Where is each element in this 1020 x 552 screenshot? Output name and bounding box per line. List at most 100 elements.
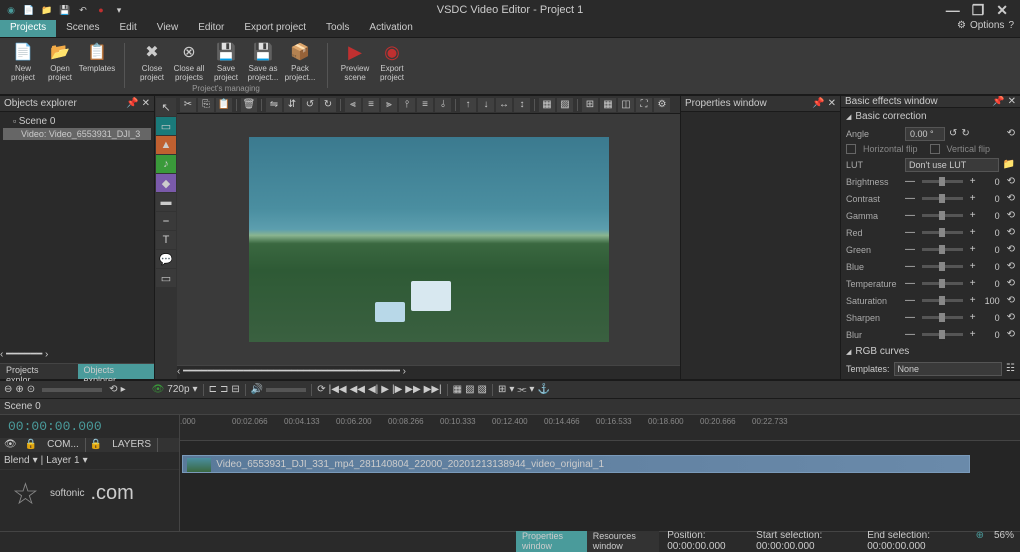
rotate-cw-icon[interactable]: ↻: [961, 128, 969, 139]
align-bottom-icon[interactable]: ⫰: [435, 98, 451, 112]
eye-column-icon[interactable]: 👁: [0, 438, 21, 452]
dist-v-icon[interactable]: ↕: [514, 98, 530, 112]
undo-icon[interactable]: ↶: [76, 3, 90, 17]
reset-icon[interactable]: ⟲: [1007, 278, 1015, 289]
reset-icon[interactable]: ⟲: [1007, 261, 1015, 272]
reset-icon[interactable]: ⟲: [1007, 244, 1015, 255]
open-project-button[interactable]: 📂Openproject: [43, 41, 77, 82]
new-icon[interactable]: 📄: [22, 3, 36, 17]
templates-combo[interactable]: None: [894, 362, 1003, 376]
marker1-icon[interactable]: ▦: [453, 384, 462, 395]
timeline-clip[interactable]: Video_6553931_DJI_331_mp4_281140804_2200…: [182, 455, 970, 473]
save-icon[interactable]: 💾: [58, 3, 72, 17]
tree-video[interactable]: Video: Video_6553931_DJI_3: [3, 128, 151, 140]
save-as-button[interactable]: 💾Save asproject...: [246, 41, 280, 82]
vflip-checkbox[interactable]: [930, 144, 940, 154]
save-project-button[interactable]: 💾Saveproject: [209, 41, 243, 82]
reset-icon[interactable]: ⟲: [1007, 176, 1015, 187]
crop-icon[interactable]: ◫: [618, 98, 634, 112]
folder-icon[interactable]: 📁: [1003, 159, 1015, 170]
cut-icon[interactable]: ✂: [180, 98, 196, 112]
slider-blur[interactable]: [922, 333, 963, 336]
move-down-icon[interactable]: ↓: [478, 98, 494, 112]
ruler-icon[interactable]: ▦: [600, 98, 616, 112]
panel-close-icon[interactable]: ✕: [1008, 96, 1016, 107]
audio-tool[interactable]: ♪: [156, 155, 176, 173]
objects-tree[interactable]: ▫ Scene 0 Video: Video_6553931_DJI_3: [0, 112, 154, 349]
delete-icon[interactable]: 🗑: [241, 98, 257, 112]
angle-input[interactable]: 0.00 °: [905, 127, 945, 141]
marker2-icon[interactable]: ▨: [465, 384, 474, 395]
slider-blue[interactable]: [922, 265, 963, 268]
pack-project-button[interactable]: 📦Packproject...: [283, 41, 317, 82]
menu-scenes[interactable]: Scenes: [56, 20, 109, 37]
video-tool[interactable]: ▭: [156, 117, 176, 135]
goto-end-icon[interactable]: ▶▶|: [424, 384, 442, 395]
reset-icon[interactable]: ⟲: [1007, 210, 1015, 221]
flip-h-icon[interactable]: ⇋: [266, 98, 282, 112]
preview-scene-button[interactable]: ▶Previewscene: [338, 41, 372, 82]
align-middle-icon[interactable]: ≡: [417, 98, 433, 112]
reset-icon[interactable]: ⟲: [1007, 312, 1015, 323]
step-back-icon[interactable]: ◀|: [368, 384, 378, 395]
slider-sharpen[interactable]: [922, 316, 963, 319]
loop-icon[interactable]: ⟳: [317, 384, 325, 395]
tab-objects-explorer[interactable]: Objects explorer: [78, 364, 155, 379]
rotate-right-icon[interactable]: ↻: [320, 98, 336, 112]
panel-close-icon[interactable]: ✕: [142, 98, 150, 109]
prev-frame-icon[interactable]: ◀◀: [350, 384, 365, 395]
zoom-in-icon[interactable]: ⊕: [15, 384, 23, 395]
target-icon[interactable]: ⊕: [976, 530, 984, 552]
curves-icon[interactable]: ☷: [1006, 363, 1015, 374]
slider-gamma[interactable]: [922, 214, 963, 217]
options-label[interactable]: Options: [970, 20, 1004, 37]
timeline-canvas[interactable]: .00000:02.06600:04.13300:06.20000:08.266…: [180, 415, 1020, 531]
menu-export[interactable]: Export project: [234, 20, 316, 37]
dist-h-icon[interactable]: ↔: [496, 98, 512, 112]
align-center-icon[interactable]: ≡: [363, 98, 379, 112]
pin-icon[interactable]: 📌: [812, 98, 824, 109]
fit-icon[interactable]: ⛶: [636, 98, 652, 112]
tab-layers[interactable]: LAYERS: [106, 438, 158, 452]
menu-editor[interactable]: Editor: [188, 20, 234, 37]
reset-icon[interactable]: ⟲: [1007, 329, 1015, 340]
export-project-button[interactable]: ◉Exportproject: [375, 41, 409, 82]
image-tool[interactable]: ▲: [156, 136, 176, 154]
maximize-icon[interactable]: ❐: [972, 2, 985, 19]
zoom-out-icon[interactable]: ⊖: [4, 384, 12, 395]
align-left-icon[interactable]: ⫷: [345, 98, 361, 112]
slider-green[interactable]: [922, 248, 963, 251]
reset-icon[interactable]: ⟲: [1007, 295, 1015, 306]
grid-icon[interactable]: ⊞: [582, 98, 598, 112]
clip-start-icon[interactable]: ⊏: [209, 384, 217, 395]
gear-icon[interactable]: ⚙: [957, 20, 966, 37]
close-all-button[interactable]: ⊗Close allprojects: [172, 41, 206, 82]
split-icon[interactable]: ⊟: [231, 384, 239, 395]
line-tool[interactable]: ⎯: [156, 212, 176, 230]
preview-canvas[interactable]: [177, 114, 680, 365]
slider-contrast[interactable]: [922, 197, 963, 200]
clip-end-icon[interactable]: ⊐: [220, 384, 228, 395]
paste-icon[interactable]: 📋: [216, 98, 232, 112]
flip-v-icon[interactable]: ⇵: [284, 98, 300, 112]
close-icon[interactable]: ✕: [996, 2, 1008, 19]
slider-temperature[interactable]: [922, 282, 963, 285]
subtitle-tool[interactable]: ▭: [156, 269, 176, 287]
menu-projects[interactable]: Projects: [0, 20, 56, 37]
pin-icon[interactable]: 📌: [126, 98, 138, 109]
tab-resources-window[interactable]: Resources window: [587, 530, 659, 552]
move-up-icon[interactable]: ↑: [460, 98, 476, 112]
open-icon[interactable]: 📁: [40, 3, 54, 17]
dropdown-icon[interactable]: ▾: [112, 3, 126, 17]
copy-icon[interactable]: ⎘: [198, 98, 214, 112]
lock-column-icon[interactable]: 🔒: [21, 438, 41, 452]
zoom-fit-icon[interactable]: ⊙: [27, 384, 35, 395]
menu-tools[interactable]: Tools: [316, 20, 359, 37]
tab-com[interactable]: COM...: [41, 438, 86, 452]
pin-icon[interactable]: 📌: [992, 96, 1004, 107]
slider-saturation[interactable]: [922, 299, 963, 302]
timeline-ruler[interactable]: .00000:02.06600:04.13300:06.20000:08.266…: [180, 415, 1020, 441]
menu-activation[interactable]: Activation: [359, 20, 422, 37]
volume-icon[interactable]: 🔊: [251, 384, 263, 395]
lut-combo[interactable]: Don't use LUT: [905, 158, 999, 172]
